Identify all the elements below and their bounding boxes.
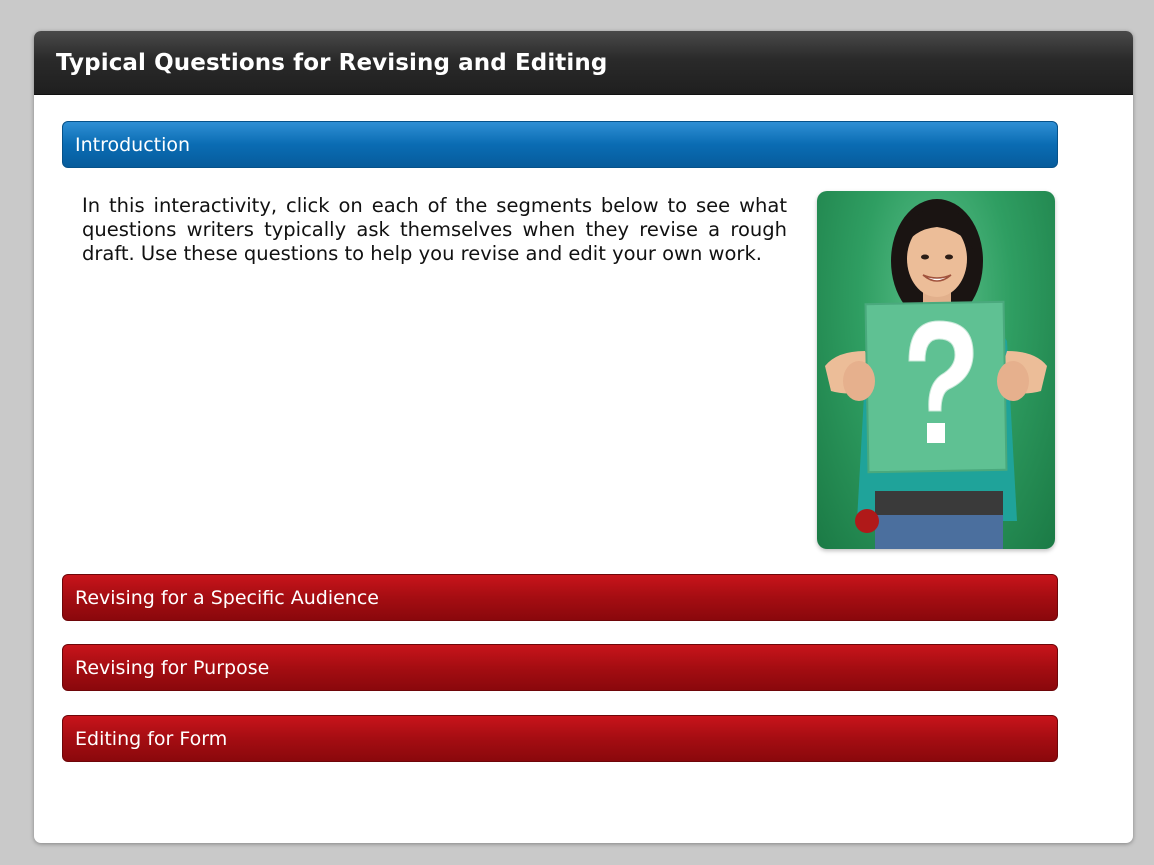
accordion-header-label: Introduction (75, 133, 191, 156)
accordion-header-label: Revising for a Specific Audience (75, 586, 379, 609)
person-holding-question-sign-illustration (825, 199, 1047, 549)
accordion-header-purpose[interactable]: Revising for Purpose (62, 644, 1058, 691)
page-title: Typical Questions for Revising and Editi… (56, 49, 608, 76)
accordion-header-specific-audience[interactable]: Revising for a Specific Audience (62, 574, 1058, 621)
title-bar: Typical Questions for Revising and Editi… (34, 31, 1133, 95)
accordion-header-introduction[interactable]: Introduction (62, 121, 1058, 168)
accordion-header-form[interactable]: Editing for Form (62, 715, 1058, 762)
interactivity-panel: Typical Questions for Revising and Editi… (34, 31, 1133, 843)
accordion-header-label: Editing for Form (75, 727, 228, 750)
accordion-header-label: Revising for Purpose (75, 656, 270, 679)
intro-text: In this interactivity, click on each of … (82, 194, 787, 265)
question-mark-photo (817, 191, 1055, 549)
